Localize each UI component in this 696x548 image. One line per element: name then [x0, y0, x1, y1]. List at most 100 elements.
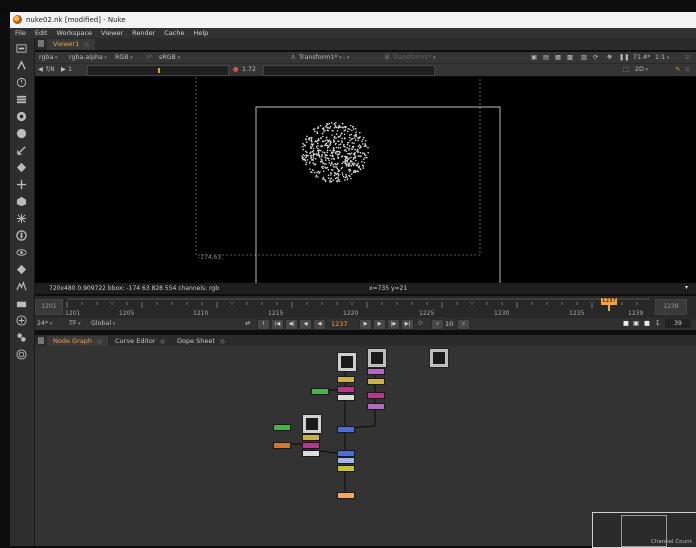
menu-file[interactable]: File [15, 29, 26, 37]
goto-end-icon[interactable]: ○ [415, 319, 426, 328]
grade-node[interactable] [367, 378, 385, 385]
read-node[interactable] [429, 348, 449, 368]
lock-icon[interactable]: ■ [644, 319, 650, 328]
merge-tools-icon[interactable] [15, 178, 27, 190]
alpha-channel-dropdown[interactable]: rgba.alpha [69, 53, 107, 63]
play-forward-icon[interactable]: ▶ [359, 319, 372, 330]
transform-node[interactable] [367, 368, 385, 375]
grade-node[interactable] [302, 434, 320, 441]
prev-key-icon[interactable]: ◀| [285, 319, 298, 330]
b-input-dropdown[interactable]: Transform1* [393, 53, 436, 63]
close-tab-icon[interactable] [160, 338, 166, 344]
noise-node[interactable] [311, 388, 329, 395]
filter-tools-icon[interactable] [15, 144, 27, 156]
proxy-icon[interactable]: ■ [623, 319, 629, 328]
increment-field[interactable]: 10 [445, 320, 453, 328]
channels-dropdown[interactable]: rgba [39, 53, 57, 63]
image-tools-icon[interactable] [15, 59, 27, 71]
keyer-tools-icon[interactable] [15, 161, 27, 173]
menu-render[interactable]: Render [132, 29, 155, 37]
clipping-icon[interactable]: ▦ [555, 53, 561, 62]
colorspace-dropdown[interactable]: sRGB [159, 53, 180, 63]
play-back-icon[interactable]: ◀ [313, 319, 326, 330]
fstop-value[interactable]: f/8 [46, 65, 54, 74]
other-tools-icon[interactable] [15, 314, 27, 326]
menu-cache[interactable]: Cache [164, 29, 184, 37]
menu-edit[interactable]: Edit [35, 29, 48, 37]
3d-tools-icon[interactable] [15, 212, 27, 224]
menu-help[interactable]: Help [193, 29, 208, 37]
read-node[interactable] [367, 348, 387, 368]
draw-tools-icon[interactable] [15, 76, 27, 88]
timeline[interactable]: 1201 1239 1201 1205 1210 1215 1220 1225 … [35, 296, 696, 318]
skip-forward-icon[interactable]: » [457, 319, 470, 330]
tf-dropdown[interactable]: TF [69, 319, 81, 329]
time-tools-icon[interactable] [15, 93, 27, 105]
skip-back-icon[interactable]: « [431, 319, 444, 330]
pause-icon[interactable]: ❚❚ [619, 53, 630, 62]
close-tab-icon[interactable] [96, 338, 102, 344]
ng-pane-icon[interactable] [38, 337, 44, 344]
fstop-right-arrow-icon[interactable]: ▶ [61, 65, 66, 74]
grade-node[interactable] [337, 465, 355, 472]
next-frame-icon[interactable]: ▶ [373, 319, 386, 330]
shuffle-node[interactable] [337, 426, 355, 433]
view-mode-dropdown[interactable]: 2D [635, 65, 648, 75]
noise-node[interactable] [273, 424, 291, 431]
read-node[interactable] [302, 414, 322, 434]
close-tab-icon[interactable] [219, 338, 225, 344]
particles-tools-icon[interactable] [15, 229, 27, 241]
info-menu-icon[interactable]: ▾ [685, 284, 688, 291]
current-frame-field[interactable]: 1237 [331, 320, 348, 328]
blur-node[interactable] [302, 450, 320, 457]
a-input-dropdown[interactable]: Transform1* [299, 53, 342, 63]
crop-node[interactable] [273, 442, 291, 449]
fps-dropdown[interactable]: 24* [37, 319, 52, 329]
menu-viewer[interactable]: Viewer [101, 29, 123, 37]
channel-tools-icon[interactable] [15, 110, 27, 122]
gain-slider[interactable] [87, 65, 229, 76]
snapshot-icon[interactable]: ▩ [567, 53, 573, 62]
viewer-canvas[interactable]: -174,63 [35, 77, 696, 283]
deep-tools-icon[interactable] [15, 246, 27, 258]
toolsets-icon[interactable] [15, 297, 27, 309]
scope-dropdown[interactable]: Global [91, 319, 115, 329]
gamma-value[interactable]: 1.72 [242, 65, 256, 74]
transform-tools-icon[interactable] [15, 195, 27, 207]
merge-node[interactable] [367, 392, 385, 399]
settings-icon[interactable]: ❋ [607, 53, 612, 62]
more-options-icon[interactable]: ≡ [685, 65, 690, 74]
write-node[interactable] [337, 492, 355, 499]
render-region-icon[interactable]: ▣ [633, 319, 639, 328]
end-frame-field[interactable]: 39 [665, 319, 691, 328]
read-node[interactable] [337, 352, 357, 372]
pane-icon[interactable] [38, 40, 44, 47]
frame-step-value[interactable]: 1 [68, 65, 72, 74]
merge-node[interactable] [337, 386, 355, 393]
download-icon[interactable]: ↧ [655, 319, 660, 328]
fstop-left-arrow-icon[interactable]: ◀ [38, 65, 43, 74]
viewer-menu-icon[interactable]: ≡ [685, 53, 690, 62]
wipe-icon[interactable]: ▤ [543, 53, 549, 62]
ratio-dropdown[interactable]: 1:1 [655, 53, 669, 63]
paint-icon[interactable]: ✎ [675, 65, 680, 74]
next-key-icon[interactable]: |▶ [387, 319, 400, 330]
views-tools-icon[interactable] [15, 263, 27, 275]
furnace-tools-icon[interactable] [15, 331, 27, 343]
zoom-label[interactable]: 71.4* [633, 53, 650, 62]
grade-node[interactable] [337, 376, 355, 383]
loop-mode-icon[interactable]: ⇄ [245, 319, 250, 328]
shuffle-node[interactable] [337, 450, 355, 457]
pane-menu-icon[interactable] [15, 42, 27, 54]
merge-node[interactable] [302, 442, 320, 449]
compare-op-dropdown[interactable]: - [343, 53, 349, 63]
metadata-tools-icon[interactable] [15, 280, 27, 292]
node-graph-minimap[interactable]: Channel Count [592, 512, 696, 548]
goto-start-button[interactable]: I [257, 319, 270, 330]
current-frame-marker[interactable]: 1237 [601, 298, 617, 305]
ip-toggle[interactable]: IP [146, 53, 152, 62]
prev-frame-icon[interactable]: ◀ [299, 319, 312, 330]
copy-node[interactable] [337, 457, 355, 464]
close-tab-icon[interactable] [84, 41, 90, 47]
transform-node[interactable] [367, 403, 385, 410]
